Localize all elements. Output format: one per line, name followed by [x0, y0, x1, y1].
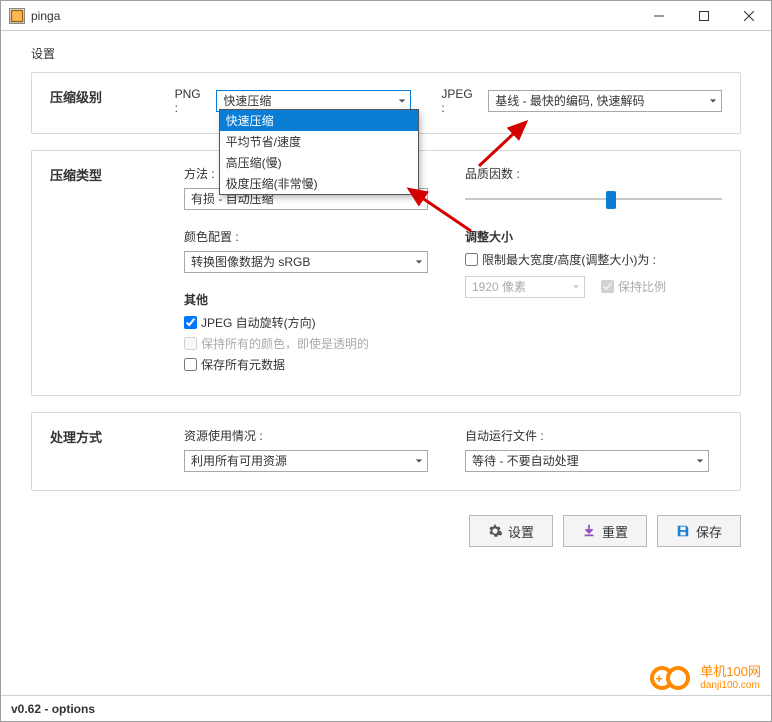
app-icon: [9, 8, 25, 24]
maximize-button[interactable]: [681, 1, 726, 30]
processing-heading: 处理方式: [50, 427, 184, 472]
resize-px-value: 1920 像素: [472, 280, 526, 294]
close-button[interactable]: [726, 1, 771, 30]
keep-ratio-input: [601, 280, 614, 293]
keep-ratio-checkbox: 保持比例: [601, 278, 666, 295]
compression-level-heading: 压缩级别: [50, 87, 175, 115]
chevron-down-icon: [709, 97, 717, 105]
resource-select[interactable]: 利用所有可用资源: [184, 450, 428, 472]
autorun-label: 自动运行文件 :: [465, 427, 722, 444]
limit-size-input[interactable]: [465, 253, 478, 266]
down-arrow-icon: [582, 524, 596, 538]
settings-button[interactable]: 设置: [469, 515, 553, 547]
autorun-select[interactable]: 等待 - 不要自动处理: [465, 450, 709, 472]
watermark-logo: + 单机100网 danji100.com: [650, 663, 761, 693]
slider-track: [465, 198, 722, 200]
resize-px-select: 1920 像素: [465, 276, 585, 298]
keep-metadata-input[interactable]: [184, 358, 197, 371]
png-option-1[interactable]: 平均节省/速度: [220, 131, 418, 152]
color-select[interactable]: 转换图像数据为 sRGB: [184, 251, 428, 273]
chevron-down-icon: [415, 457, 423, 465]
chevron-down-icon: [572, 283, 580, 291]
png-select-value: 快速压缩: [223, 94, 271, 108]
compression-level-panel: 压缩级别 PNG : 快速压缩 JPEG : 基线 - 最快的编码, 快速解码 …: [31, 72, 741, 134]
quality-label: 品质因数 :: [465, 165, 722, 182]
page-heading: 设置: [31, 45, 741, 62]
resource-label: 资源使用情况 :: [184, 427, 441, 444]
resource-select-value: 利用所有可用资源: [191, 454, 287, 468]
save-button-label: 保存: [696, 522, 722, 541]
keep-colors-label: 保持所有的颜色，即使是透明的: [201, 335, 369, 352]
jpeg-autorotate-checkbox[interactable]: JPEG 自动旋转(方向): [184, 314, 441, 331]
keep-metadata-label: 保存所有元数据: [201, 356, 285, 373]
resize-label: 调整大小: [465, 228, 722, 245]
footer-buttons: 设置 重置 保存: [1, 507, 771, 547]
status-bar: v0.62 - options: [1, 695, 771, 721]
logo-line1: 单机100网: [700, 665, 761, 679]
keep-colors-input: [184, 337, 197, 350]
slider-thumb[interactable]: [606, 191, 616, 209]
chevron-down-icon: [696, 457, 704, 465]
settings-button-label: 设置: [508, 522, 534, 541]
gear-icon: [488, 524, 502, 538]
limit-size-checkbox[interactable]: 限制最大宽度/高度(调整大小)为 :: [465, 251, 722, 268]
jpeg-select[interactable]: 基线 - 最快的编码, 快速解码: [488, 90, 722, 112]
color-label: 颜色配置 :: [184, 228, 441, 245]
keep-colors-checkbox: 保持所有的颜色，即使是透明的: [184, 335, 441, 352]
save-icon: [676, 524, 690, 538]
keep-ratio-label: 保持比例: [618, 278, 666, 295]
chevron-down-icon: [415, 258, 423, 266]
png-option-3[interactable]: 极度压缩(非常慢): [220, 173, 418, 194]
minimize-button[interactable]: [636, 1, 681, 30]
status-text: v0.62 - options: [11, 702, 95, 716]
jpeg-label: JPEG :: [441, 87, 478, 115]
color-select-value: 转换图像数据为 sRGB: [191, 255, 310, 269]
save-button[interactable]: 保存: [657, 515, 741, 547]
titlebar: pinga: [1, 1, 771, 31]
chevron-down-icon: [415, 195, 423, 203]
compression-type-heading: 压缩类型: [50, 165, 184, 377]
reset-button-label: 重置: [602, 522, 628, 541]
window-title: pinga: [31, 9, 636, 23]
autorun-select-value: 等待 - 不要自动处理: [472, 454, 579, 468]
png-option-0[interactable]: 快速压缩: [220, 110, 418, 131]
limit-size-label: 限制最大宽度/高度(调整大小)为 :: [482, 251, 656, 268]
jpeg-autorotate-input[interactable]: [184, 316, 197, 329]
reset-button[interactable]: 重置: [563, 515, 647, 547]
quality-slider[interactable]: [465, 188, 722, 210]
png-label: PNG :: [175, 87, 207, 115]
png-option-2[interactable]: 高压缩(慢): [220, 152, 418, 173]
other-label: 其他: [184, 291, 441, 308]
logo-line2: danji100.com: [700, 680, 761, 691]
jpeg-autorotate-label: JPEG 自动旋转(方向): [201, 314, 316, 331]
chevron-down-icon: [398, 97, 406, 105]
png-dropdown[interactable]: 快速压缩 平均节省/速度 高压缩(慢) 极度压缩(非常慢): [219, 109, 419, 195]
logo-icon: +: [650, 663, 696, 693]
jpeg-select-value: 基线 - 最快的编码, 快速解码: [495, 94, 644, 108]
processing-panel: 处理方式 资源使用情况 : 利用所有可用资源 自动运行文件 : 等待 - 不要自…: [31, 412, 741, 491]
keep-metadata-checkbox[interactable]: 保存所有元数据: [184, 356, 441, 373]
